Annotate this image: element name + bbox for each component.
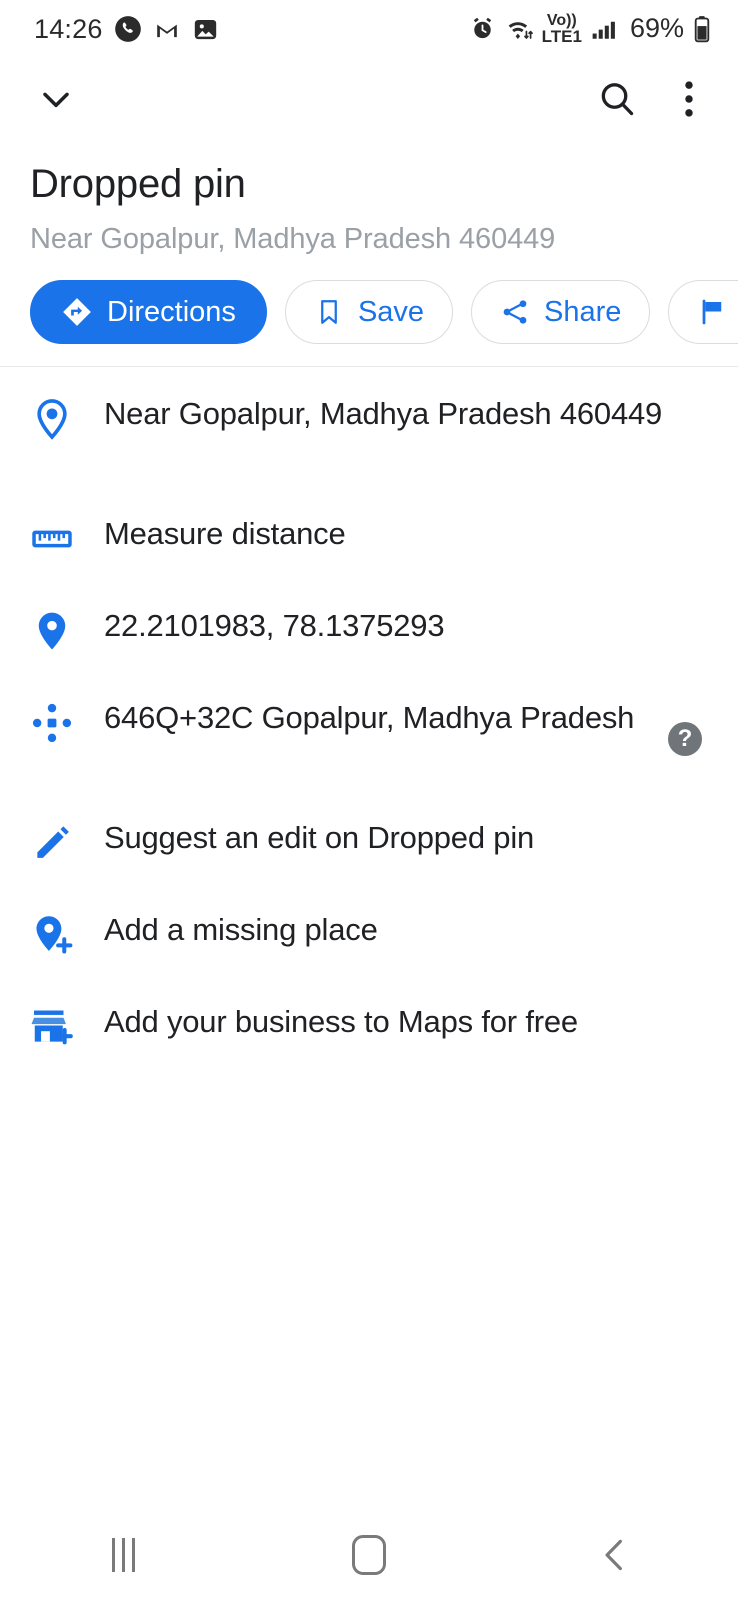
chevron-down-icon[interactable] bbox=[34, 77, 78, 121]
bookmark-icon bbox=[314, 297, 344, 327]
add-business-icon bbox=[0, 997, 104, 1053]
plus-code-icon bbox=[0, 693, 104, 749]
save-button[interactable]: Save bbox=[284, 280, 454, 344]
gmail-icon bbox=[153, 15, 181, 43]
help-icon: ? bbox=[668, 722, 702, 756]
phone-icon bbox=[114, 15, 142, 43]
android-nav-bar bbox=[0, 1510, 738, 1600]
add-missing-place-row[interactable]: Add a missing place bbox=[0, 891, 738, 983]
directions-icon bbox=[61, 296, 93, 328]
share-label: Share bbox=[544, 295, 622, 328]
status-bar: 14:26 Vo)) LTE1 69% bbox=[0, 0, 738, 58]
search-icon[interactable] bbox=[596, 78, 638, 120]
coordinates-row[interactable]: 22.2101983, 78.1375293 bbox=[0, 587, 738, 679]
suggest-edit-text: Suggest an edit on Dropped pin bbox=[104, 820, 535, 855]
back-icon[interactable] bbox=[545, 1520, 685, 1590]
address-text: Near Gopalpur, Madhya Pradesh 460449 bbox=[104, 396, 663, 431]
page-title: Dropped pin bbox=[30, 162, 246, 206]
measure-distance-text: Measure distance bbox=[104, 516, 346, 551]
place-header: Dropped pin Near Gopalpur, Madhya Prades… bbox=[0, 140, 738, 256]
add-missing-place-text: Add a missing place bbox=[104, 912, 378, 947]
add-business-row[interactable]: Add your business to Maps for free bbox=[0, 983, 738, 1075]
home-icon[interactable] bbox=[299, 1520, 439, 1590]
save-label: Save bbox=[357, 295, 425, 328]
address-row[interactable]: Near Gopalpur, Madhya Pradesh 460449 bbox=[0, 375, 738, 495]
more-vertical-icon[interactable] bbox=[678, 78, 700, 120]
status-bar-right: Vo)) LTE1 69% bbox=[469, 13, 712, 46]
page-subtitle: Near Gopalpur, Madhya Pradesh 460449 bbox=[30, 223, 556, 255]
ruler-icon bbox=[0, 509, 104, 565]
location-pin-outline-icon bbox=[0, 389, 104, 445]
recents-icon[interactable] bbox=[53, 1520, 193, 1590]
toolbar-actions bbox=[596, 78, 700, 120]
pencil-icon bbox=[0, 813, 104, 869]
measure-distance-row[interactable]: Measure distance bbox=[0, 495, 738, 587]
suggest-edit-row[interactable]: Suggest an edit on Dropped pin bbox=[0, 799, 738, 891]
alarm-icon bbox=[469, 15, 496, 42]
directions-button[interactable]: Directions bbox=[30, 280, 267, 344]
volte-icon: Vo)) LTE1 bbox=[541, 13, 582, 46]
action-chip-row[interactable]: Directions Save Share bbox=[0, 256, 738, 366]
battery-percent-label: 69% bbox=[629, 13, 684, 44]
directions-label: Directions bbox=[107, 295, 236, 328]
status-bar-left: 14:26 bbox=[34, 14, 219, 45]
volte-bottom-label: LTE1 bbox=[541, 26, 582, 46]
plus-code-text: 646Q+32C Gopalpur, Madhya Pradesh bbox=[104, 700, 635, 735]
flag-icon bbox=[697, 297, 727, 327]
plus-code-help-button[interactable]: ? bbox=[668, 722, 702, 756]
location-pin-filled-icon bbox=[0, 601, 104, 657]
app-toolbar bbox=[0, 58, 738, 140]
wifi-icon bbox=[504, 15, 534, 42]
coordinates-text: 22.2101983, 78.1375293 bbox=[104, 608, 445, 643]
share-icon bbox=[500, 297, 530, 327]
plus-code-row[interactable]: 646Q+32C Gopalpur, Madhya Pradesh ? bbox=[0, 679, 738, 799]
battery-icon bbox=[692, 15, 712, 43]
status-time: 14:26 bbox=[34, 13, 103, 44]
photo-icon bbox=[192, 16, 219, 43]
signal-icon bbox=[590, 15, 620, 42]
place-detail-rows: Near Gopalpur, Madhya Pradesh 460449 Mea… bbox=[0, 367, 738, 1075]
add-business-text: Add your business to Maps for free bbox=[104, 1004, 578, 1039]
share-button[interactable]: Share bbox=[471, 280, 651, 344]
google-maps-place-sheet: 14:26 Vo)) LTE1 69% Dropped pin Near Gop… bbox=[0, 0, 738, 1600]
add-place-icon bbox=[0, 905, 104, 961]
label-button[interactable] bbox=[668, 280, 738, 344]
